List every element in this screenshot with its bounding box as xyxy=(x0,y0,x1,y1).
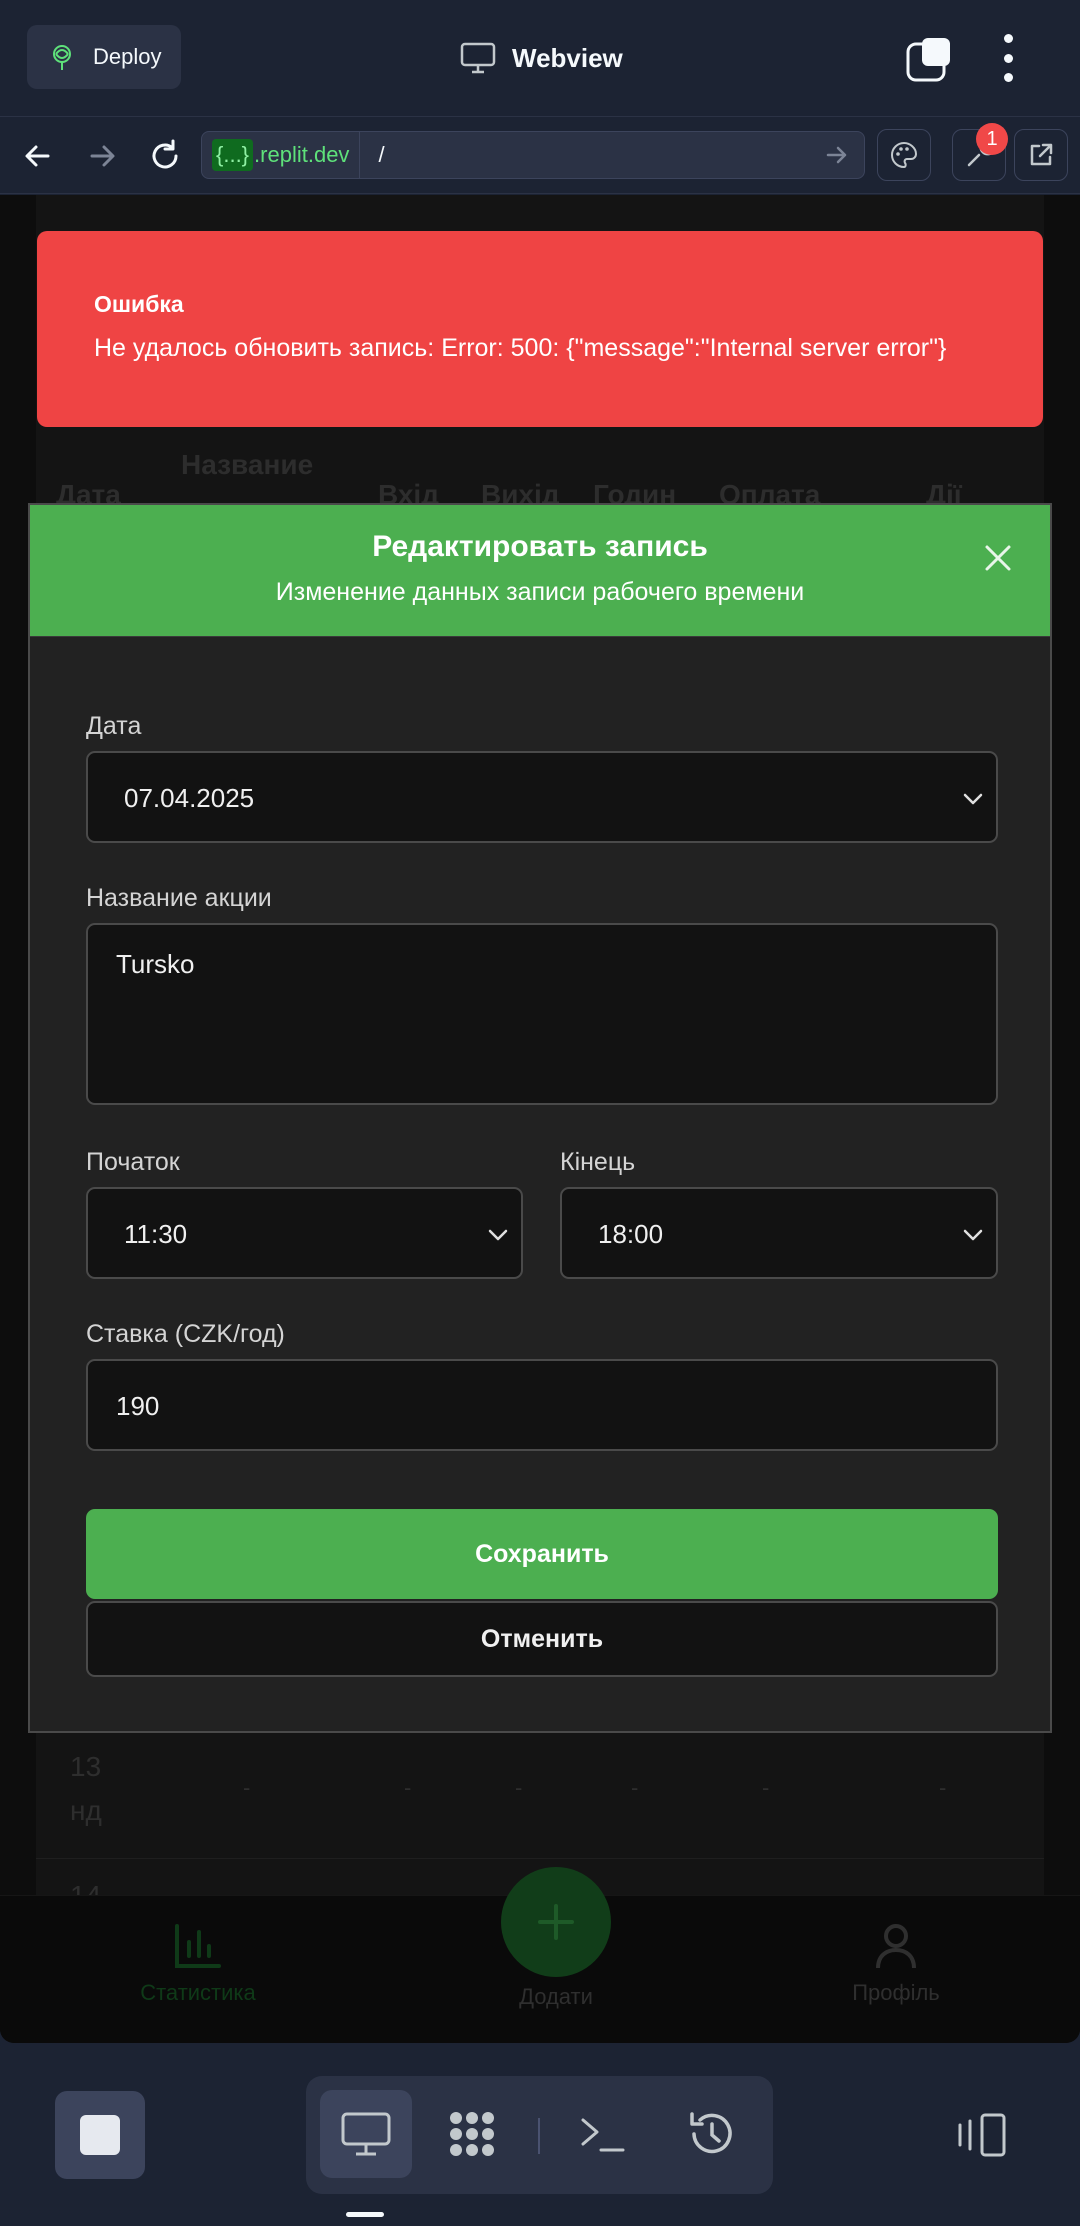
app-bottom-nav: Статистика Додати Профіль xyxy=(0,1867,1080,2043)
open-new-tab-button[interactable] xyxy=(1014,129,1068,181)
action-name-label: Название акции xyxy=(86,884,272,912)
rate-input[interactable]: 190 xyxy=(86,1359,998,1451)
date-label: Дата xyxy=(86,712,142,740)
url-bar[interactable]: {...} .replit.dev / xyxy=(201,131,865,179)
cell-dash: - xyxy=(939,1775,947,1800)
toolbar-divider xyxy=(538,2118,540,2154)
dialog-header: Редактировать запись Изменение данных за… xyxy=(30,505,1050,637)
table-header-row: Дата Название Вхід Вихід Годин Оплата Ді… xyxy=(36,449,1044,510)
chevron-down-icon xyxy=(963,793,983,805)
nav-profile[interactable]: Профіль xyxy=(796,1922,996,2006)
webview-title-label: Webview xyxy=(512,42,623,73)
history-tool-button[interactable] xyxy=(666,2090,758,2178)
nav-add-label: Додати xyxy=(519,1984,593,2009)
chevron-down-icon xyxy=(963,1229,983,1241)
webview-tool-button[interactable] xyxy=(320,2090,412,2178)
notification-badge: 1 xyxy=(976,123,1008,155)
tool-group xyxy=(306,2076,773,2194)
start-time-label: Початок xyxy=(86,1148,180,1176)
webview-content: Дата Название Вхід Вихід Годин Оплата Ді… xyxy=(0,195,1080,2043)
terminal-icon xyxy=(581,2118,625,2152)
stop-button[interactable] xyxy=(55,2091,145,2179)
go-arrow-icon[interactable] xyxy=(822,140,852,170)
toast-title: Ошибка xyxy=(94,291,184,317)
action-name-textarea[interactable]: Tursko xyxy=(86,923,998,1105)
action-name-value: Tursko xyxy=(116,949,195,979)
cell-dash: - xyxy=(404,1775,412,1800)
close-icon[interactable] xyxy=(983,543,1013,573)
url-host: {...} .replit.dev xyxy=(202,132,361,178)
end-time-select[interactable]: 18:00 xyxy=(560,1187,998,1279)
toast-message: Не удалось обновить запись: Error: 500: … xyxy=(94,334,947,362)
cell-dash: - xyxy=(631,1775,639,1800)
dialog-title: Редактировать запись xyxy=(372,530,708,563)
deploy-label: Deploy xyxy=(93,44,162,69)
cell-dash: - xyxy=(762,1775,770,1800)
cell-dash: - xyxy=(243,1775,251,1800)
row-weekday: нд xyxy=(70,1795,102,1826)
nav-profile-label: Профіль xyxy=(852,1980,940,2005)
deploy-button[interactable]: Deploy xyxy=(27,25,181,89)
table-row-date: 13 нд xyxy=(70,1745,102,1833)
shell-tool-button[interactable] xyxy=(556,2090,648,2178)
external-link-icon xyxy=(1030,143,1053,166)
replit-header: Deploy Webview xyxy=(0,0,1080,117)
bar-chart-icon xyxy=(175,1924,221,1968)
user-icon xyxy=(876,1924,916,1969)
theme-button[interactable] xyxy=(877,129,931,181)
split-view-icon[interactable] xyxy=(952,2113,1008,2157)
chevron-down-icon xyxy=(488,1229,508,1241)
edit-record-dialog: Редактировать запись Изменение данных за… xyxy=(28,503,1052,1733)
plus-icon xyxy=(538,1904,574,1940)
nav-statistics-label: Статистика xyxy=(140,1980,256,2005)
stop-icon xyxy=(80,2115,120,2155)
end-time-label: Кінець xyxy=(560,1148,636,1176)
url-path-input[interactable]: / xyxy=(360,142,822,168)
forward-arrow-icon[interactable] xyxy=(82,136,122,176)
nav-statistics[interactable]: Статистика xyxy=(98,1922,298,2006)
reload-icon[interactable] xyxy=(145,136,185,176)
agent-icon xyxy=(450,2112,494,2156)
agent-tool-button[interactable] xyxy=(426,2090,518,2178)
nav-add[interactable]: Додати xyxy=(456,1984,656,2010)
save-button[interactable]: Сохранить xyxy=(86,1509,998,1599)
ide-toolbar xyxy=(0,2043,1080,2226)
url-chip: {...} xyxy=(212,139,254,171)
dialog-subtitle: Изменение данных записи рабочего времени xyxy=(275,578,805,606)
start-time-value: 11:30 xyxy=(124,1219,188,1249)
cell-dash: - xyxy=(515,1775,523,1800)
rate-label: Ставка (CZK/год) xyxy=(86,1320,285,1348)
start-time-select[interactable]: 11:30 xyxy=(86,1187,523,1279)
date-value: 07.04.2025 xyxy=(124,783,255,813)
row-day: 13 xyxy=(70,1751,102,1782)
row-divider xyxy=(36,1858,1044,1859)
monitor-icon xyxy=(341,2112,391,2156)
home-indicator xyxy=(346,2212,384,2217)
deploy-icon xyxy=(53,45,71,70)
url-domain: .replit.dev xyxy=(254,142,350,167)
more-options-icon[interactable] xyxy=(1000,34,1016,82)
cancel-button[interactable]: Отменить xyxy=(86,1601,998,1677)
date-select[interactable]: 07.04.2025 xyxy=(86,751,998,843)
back-arrow-icon[interactable] xyxy=(18,136,58,176)
rate-value: 190 xyxy=(116,1391,160,1421)
browser-navbar: {...} .replit.dev / xyxy=(0,118,1080,194)
webview-tab-title: Webview xyxy=(460,30,623,86)
palette-icon xyxy=(891,141,918,169)
end-time-value: 18:00 xyxy=(598,1219,664,1249)
monitor-icon xyxy=(460,42,496,74)
table-header: Название xyxy=(181,449,314,480)
tabs-icon[interactable] xyxy=(906,36,952,82)
error-toast: Ошибка Не удалось обновить запись: Error… xyxy=(37,231,1043,427)
history-icon xyxy=(690,2112,732,2154)
add-fab-button[interactable] xyxy=(501,1867,611,1977)
